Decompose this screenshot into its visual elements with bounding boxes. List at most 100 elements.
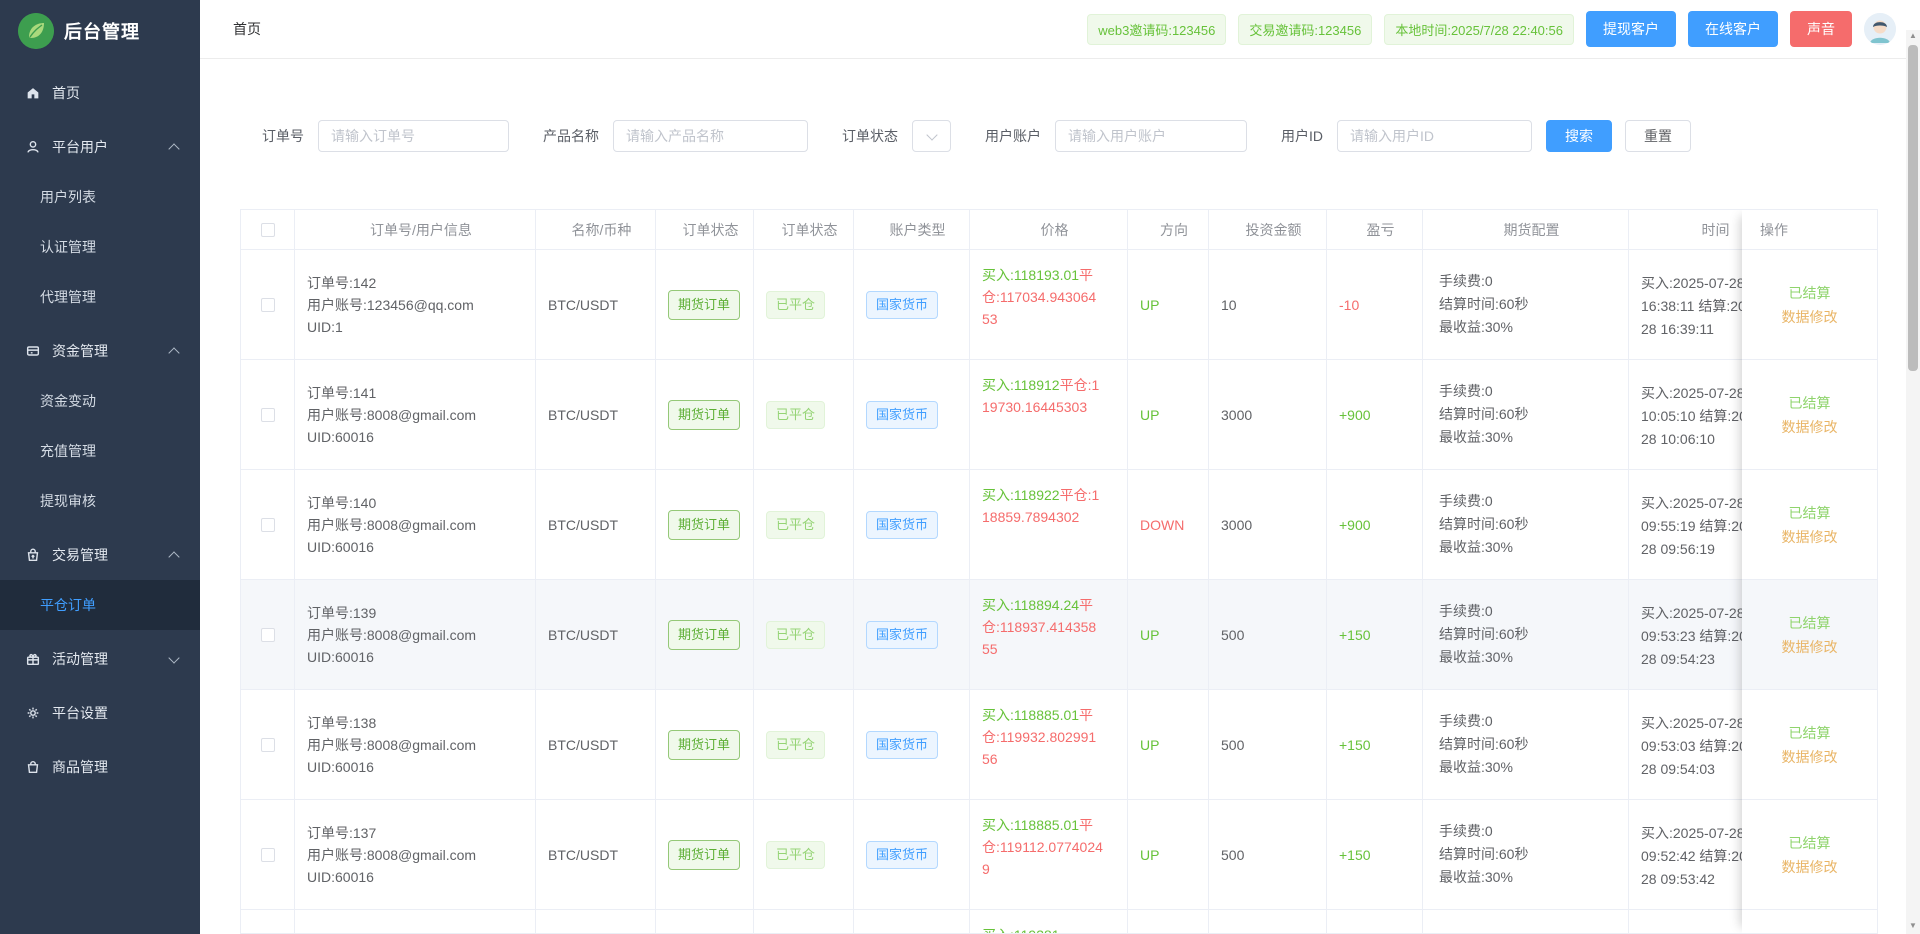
sidebar-item-13[interactable]: 商品管理 [0, 742, 200, 792]
table-body: 订单号:142用户账号:123456@qq.comUID:1BTC/USDT期货… [241, 249, 1877, 934]
sidebar-item-7[interactable]: 充值管理 [0, 426, 200, 476]
sidebar-item-11[interactable]: 活动管理 [0, 634, 200, 684]
sidebar-item-label: 活动管理 [52, 649, 108, 669]
header-button-0[interactable]: 提现客户 [1586, 11, 1676, 47]
sidebar-item-3[interactable]: 认证管理 [0, 222, 200, 272]
sidebar-item-6[interactable]: 资金变动 [0, 376, 200, 426]
sidebar-item-10[interactable]: 平仓订单 [0, 580, 200, 630]
gift-icon [24, 650, 42, 668]
futures-config-cell: 手续费:0结算时间:60秒最收益:30% [1423, 470, 1629, 579]
fixed-action-column: 操作已结算数据修改已结算数据修改已结算数据修改已结算数据修改已结算数据修改已结算… [1742, 210, 1877, 933]
settled-action[interactable]: 已结算 [1789, 393, 1831, 413]
settled-action[interactable]: 已结算 [1789, 283, 1831, 303]
scroll-down-icon[interactable]: ▼ [1906, 920, 1920, 932]
row-checkbox[interactable] [261, 408, 275, 422]
page-scrollbar[interactable]: ▲ ▼ [1906, 30, 1920, 934]
sidebar-item-12[interactable]: 平台设置 [0, 688, 200, 738]
header-button-2[interactable]: 声音 [1790, 11, 1852, 47]
settled-action[interactable]: 已结算 [1789, 503, 1831, 523]
sidebar-item-0[interactable]: 首页 [0, 68, 200, 118]
sidebar-item-1[interactable]: 平台用户 [0, 122, 200, 172]
data-modify-action[interactable]: 数据修改 [1782, 527, 1838, 547]
futures-order-button[interactable]: 期货订单 [668, 400, 740, 430]
position-status-cell [754, 910, 854, 934]
account-type-tag: 国家货币 [866, 291, 938, 319]
filter-input-3[interactable] [1055, 120, 1247, 152]
account-type-cell: 国家货币 [854, 470, 970, 579]
sidebar-item-9[interactable]: 交易管理 [0, 530, 200, 580]
action-column-header: 操作 [1742, 210, 1877, 249]
search-button[interactable]: 搜索 [1546, 120, 1612, 152]
settled-action[interactable]: 已结算 [1789, 723, 1831, 743]
settled-action[interactable]: 已结算 [1789, 613, 1831, 633]
settled-action[interactable]: 已结算 [1789, 833, 1831, 853]
table-row: 订单号:142用户账号:123456@qq.comUID:1BTC/USDT期货… [241, 249, 1877, 359]
data-modify-action[interactable]: 数据修改 [1782, 417, 1838, 437]
breadcrumb[interactable]: 首页 [233, 19, 261, 39]
account-type-cell: 国家货币 [854, 250, 970, 359]
row-checkbox[interactable] [261, 848, 275, 862]
futures-order-button[interactable]: 期货订单 [668, 620, 740, 650]
row-checkbox[interactable] [261, 738, 275, 752]
pair-cell: BTC/USDT [536, 360, 656, 469]
row-checkbox[interactable] [261, 298, 275, 312]
data-modify-action[interactable]: 数据修改 [1782, 857, 1838, 877]
sidebar-item-4[interactable]: 代理管理 [0, 272, 200, 322]
order-user-info-cell: 订单号:140用户账号:8008@gmail.comUID:60016 [295, 470, 536, 579]
futures-order-button[interactable]: 期货订单 [668, 840, 740, 870]
order-status-cell [656, 910, 754, 934]
futures-order-button[interactable]: 期货订单 [668, 290, 740, 320]
account-type-cell: 国家货币 [854, 360, 970, 469]
direction-cell: UP [1128, 800, 1209, 909]
sidebar-item-label: 商品管理 [52, 757, 108, 777]
avatar[interactable] [1864, 13, 1896, 45]
row-checkbox-cell [241, 910, 295, 934]
chevron-up-icon [168, 347, 179, 358]
filter-input-4[interactable] [1337, 120, 1532, 152]
futures-order-button[interactable]: 期货订单 [668, 510, 740, 540]
amount-cell: 10 [1209, 250, 1327, 359]
scrollbar-thumb[interactable] [1908, 45, 1918, 371]
pair-cell: BTC/USDT [536, 800, 656, 909]
order-status-select[interactable] [912, 120, 951, 152]
row-checkbox-cell [241, 800, 295, 909]
data-modify-action[interactable]: 数据修改 [1782, 307, 1838, 327]
account-type-tag: 国家货币 [866, 401, 938, 429]
pnl-cell: +150 [1327, 690, 1423, 799]
chevron-down-icon [168, 652, 179, 663]
sidebar-item-label: 交易管理 [52, 545, 108, 565]
select-all-checkbox[interactable] [261, 223, 275, 237]
filter-input-0[interactable] [318, 120, 509, 152]
amount-cell: 500 [1209, 690, 1327, 799]
row-checkbox[interactable] [261, 628, 275, 642]
scroll-up-icon[interactable]: ▲ [1906, 30, 1920, 42]
pair-cell: BTC/USDT [536, 250, 656, 359]
app-logo-row: 后台管理 [0, 0, 200, 62]
direction-cell: UP [1128, 250, 1209, 359]
data-modify-action[interactable]: 数据修改 [1782, 637, 1838, 657]
direction-cell: DOWN [1128, 470, 1209, 579]
amount-cell: 3000 [1209, 360, 1327, 469]
pnl-cell: +900 [1327, 360, 1423, 469]
amount-cell: 3000 [1209, 470, 1327, 579]
futures-order-button[interactable]: 期货订单 [668, 730, 740, 760]
filter-input-1[interactable] [613, 120, 808, 152]
header-button-1[interactable]: 在线客户 [1688, 11, 1778, 47]
column-header-6: 方向 [1128, 210, 1209, 249]
row-checkbox[interactable] [261, 518, 275, 532]
pair-cell: BTC/USDT [536, 690, 656, 799]
data-modify-action[interactable]: 数据修改 [1782, 747, 1838, 767]
price-cell: 买入:118922平仓:118859.7894302 [970, 470, 1128, 579]
topbar-right: web3邀请码:123456交易邀请码:123456本地时间:2025/7/28… [1087, 11, 1896, 47]
sidebar-item-8[interactable]: 提现审核 [0, 476, 200, 526]
sidebar-item-5[interactable]: 资金管理 [0, 326, 200, 376]
home-icon [24, 84, 42, 102]
header-buttons: 提现客户在线客户声音 [1586, 11, 1852, 47]
chevron-up-icon [168, 143, 179, 154]
sidebar-item-label: 充值管理 [40, 441, 96, 461]
column-header-8: 盈亏 [1327, 210, 1423, 249]
sidebar-item-2[interactable]: 用户列表 [0, 172, 200, 222]
row-checkbox-cell [241, 250, 295, 359]
reset-button[interactable]: 重置 [1625, 120, 1691, 152]
row-checkbox-cell [241, 360, 295, 469]
